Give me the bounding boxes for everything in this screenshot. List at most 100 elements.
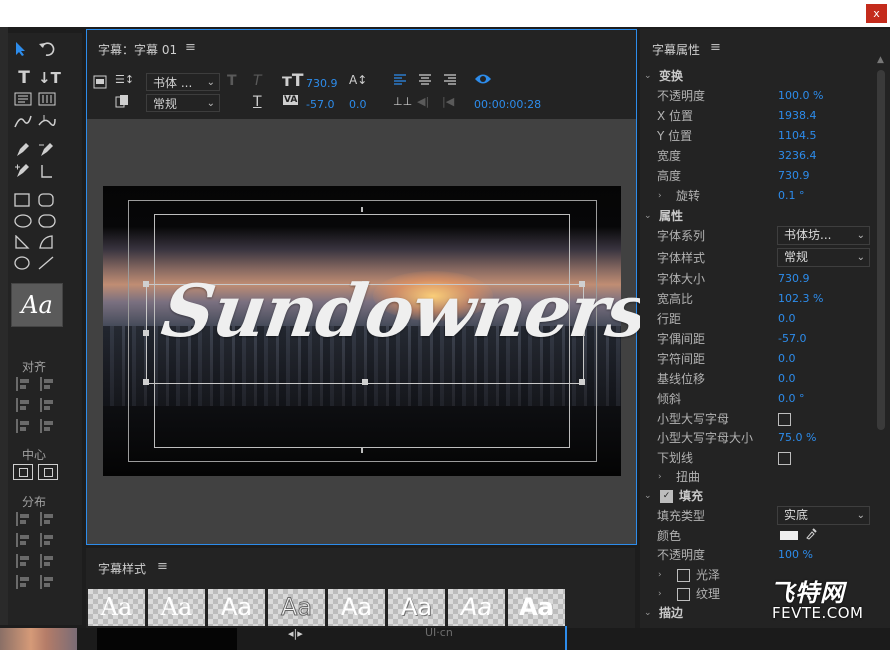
convert-anchor-tool-icon[interactable] xyxy=(38,163,58,181)
italic-icon[interactable]: T xyxy=(253,73,262,89)
distribute-v-spacing-icon[interactable] xyxy=(40,575,58,589)
kerning-prop-value[interactable]: -57.0 xyxy=(778,329,806,349)
align-top-icon[interactable] xyxy=(40,398,58,412)
center-horizontal-icon[interactable] xyxy=(13,464,33,480)
vertical-type-tool-icon[interactable]: ↓T xyxy=(38,69,61,87)
font-size-prop-value[interactable]: 730.9 xyxy=(778,269,810,289)
style-swatch[interactable]: Aa xyxy=(508,589,565,626)
baseline-value[interactable]: 0.0 xyxy=(778,369,796,389)
wedge-tool-icon[interactable] xyxy=(14,235,34,253)
underline-checkbox[interactable] xyxy=(778,452,791,465)
height-value[interactable]: 730.9 xyxy=(778,166,810,186)
leading-prop-value[interactable]: 0.0 xyxy=(778,309,796,329)
align-center-h-icon[interactable] xyxy=(40,377,58,391)
font-family-select[interactable]: 书体坊... ⌄ xyxy=(777,226,870,245)
distribute-bottom-icon[interactable] xyxy=(16,575,34,589)
scroll-up-icon[interactable]: ▲ xyxy=(877,55,884,65)
smallcaps-size-value[interactable]: 75.0 % xyxy=(778,428,816,448)
align-bottom-icon[interactable] xyxy=(40,419,58,433)
distribute-left-icon[interactable] xyxy=(16,512,34,526)
fill-opacity-value[interactable]: 100 % xyxy=(778,545,813,565)
new-title-icon[interactable] xyxy=(93,75,107,92)
style-swatch[interactable]: Aa xyxy=(448,589,505,626)
fill-section[interactable]: ⌄ ✓ 填充 xyxy=(640,486,876,506)
title-text[interactable]: Sundowners xyxy=(157,268,653,353)
timecode-value[interactable]: 00:00:00:28 xyxy=(474,98,541,111)
width-value[interactable]: 3236.4 xyxy=(778,146,817,166)
resize-handle[interactable] xyxy=(362,379,368,385)
show-background-video-icon[interactable] xyxy=(474,72,492,89)
chevron-right-icon[interactable]: › xyxy=(658,565,662,585)
transform-section[interactable]: ⌄ 变换 xyxy=(640,66,876,86)
opacity-value[interactable]: 100.0 % xyxy=(778,86,823,106)
roll-crawl-icon[interactable]: ☰↕ xyxy=(115,73,134,86)
resize-handle[interactable] xyxy=(143,379,149,385)
fill-checkbox[interactable]: ✓ xyxy=(660,490,673,503)
distribute-h-spacing-icon[interactable] xyxy=(40,533,58,547)
eyedropper-icon[interactable] xyxy=(805,526,817,546)
rectangle-tool-icon[interactable] xyxy=(14,193,34,211)
font-size-value[interactable]: 730.9 xyxy=(306,77,338,90)
distribute-top-icon[interactable] xyxy=(16,554,34,568)
font-family-dropdown[interactable]: 书体 ... ⌄ xyxy=(146,73,220,91)
sheen-checkbox[interactable] xyxy=(677,569,690,582)
trim-icon[interactable]: ◂|▸ xyxy=(288,627,303,640)
template-icon[interactable] xyxy=(115,94,129,111)
kerning-value[interactable]: -57.0 xyxy=(306,98,334,111)
delete-anchor-tool-icon[interactable] xyxy=(38,142,58,160)
distribute-middle-icon[interactable] xyxy=(40,554,58,568)
tracking-value[interactable]: 0.0 xyxy=(778,349,796,369)
texture-checkbox[interactable] xyxy=(677,588,690,601)
resize-handle[interactable] xyxy=(143,330,149,336)
title-canvas[interactable]: Sundowners xyxy=(87,119,653,544)
timeline-clip[interactable] xyxy=(97,628,237,650)
align-right-icon[interactable] xyxy=(16,398,34,412)
clip-thumbnail[interactable] xyxy=(0,628,77,650)
add-anchor-tool-icon[interactable] xyxy=(14,163,34,181)
area-type-tool-icon[interactable] xyxy=(14,92,34,110)
rotate-tool-icon[interactable] xyxy=(38,41,58,59)
center-vertical-icon[interactable] xyxy=(38,464,58,480)
ellipse-tool-icon[interactable] xyxy=(14,256,34,274)
style-swatch[interactable]: Aa xyxy=(328,589,385,626)
underline-icon[interactable]: T xyxy=(253,94,262,110)
slant-value[interactable]: 0.0 ° xyxy=(778,389,805,409)
rotation-value[interactable]: 0.1 ° xyxy=(778,186,805,206)
type-tool-icon[interactable]: T xyxy=(14,69,34,87)
path-type-tool-icon[interactable] xyxy=(14,113,34,131)
properties-menu-icon[interactable]: ≡ xyxy=(710,40,721,55)
align-text-right-icon[interactable] xyxy=(443,73,457,90)
style-swatch[interactable]: Aa xyxy=(268,589,325,626)
smallcaps-checkbox[interactable] xyxy=(778,413,791,426)
chevron-right-icon[interactable]: › xyxy=(658,467,662,487)
resize-handle[interactable] xyxy=(143,281,149,287)
properties-scrollbar[interactable] xyxy=(877,70,885,430)
align-text-left-icon[interactable] xyxy=(393,73,407,90)
x-position-value[interactable]: 1938.4 xyxy=(778,106,817,126)
tab-stops-icon[interactable]: ⊥⊥ xyxy=(393,95,412,108)
rounded-corner-tool-icon[interactable] xyxy=(38,214,58,232)
pen-tool-icon[interactable] xyxy=(14,142,34,160)
fill-color-swatch[interactable] xyxy=(780,531,798,540)
aspect-value[interactable]: 102.3 % xyxy=(778,289,823,309)
fill-type-select[interactable]: 实底 ⌄ xyxy=(777,506,870,525)
clipped-corner-tool-icon[interactable] xyxy=(14,214,34,232)
distribute-right-icon[interactable] xyxy=(16,533,34,547)
resize-handle[interactable] xyxy=(579,379,585,385)
panel-menu-icon[interactable]: ≡ xyxy=(185,40,196,55)
line-tool-icon[interactable] xyxy=(38,256,58,274)
close-button[interactable]: x xyxy=(866,4,887,23)
align-middle-icon[interactable] xyxy=(16,419,34,433)
distribute-center-h-icon[interactable] xyxy=(40,512,58,526)
vertical-path-type-tool-icon[interactable] xyxy=(38,113,58,131)
selection-tool-icon[interactable] xyxy=(14,41,34,59)
style-swatch[interactable]: Aa xyxy=(148,589,205,626)
style-swatch[interactable]: Aa xyxy=(388,589,445,626)
styles-menu-icon[interactable]: ≡ xyxy=(157,559,168,574)
properties-section[interactable]: ⌄ 属性 xyxy=(640,206,876,226)
style-swatch[interactable]: Aa xyxy=(88,589,145,626)
style-swatch[interactable]: Aa xyxy=(208,589,265,626)
next-frame-icon[interactable]: |◀ xyxy=(442,95,454,108)
align-left-icon[interactable] xyxy=(16,377,34,391)
previous-frame-icon[interactable]: ◀| xyxy=(417,95,429,108)
